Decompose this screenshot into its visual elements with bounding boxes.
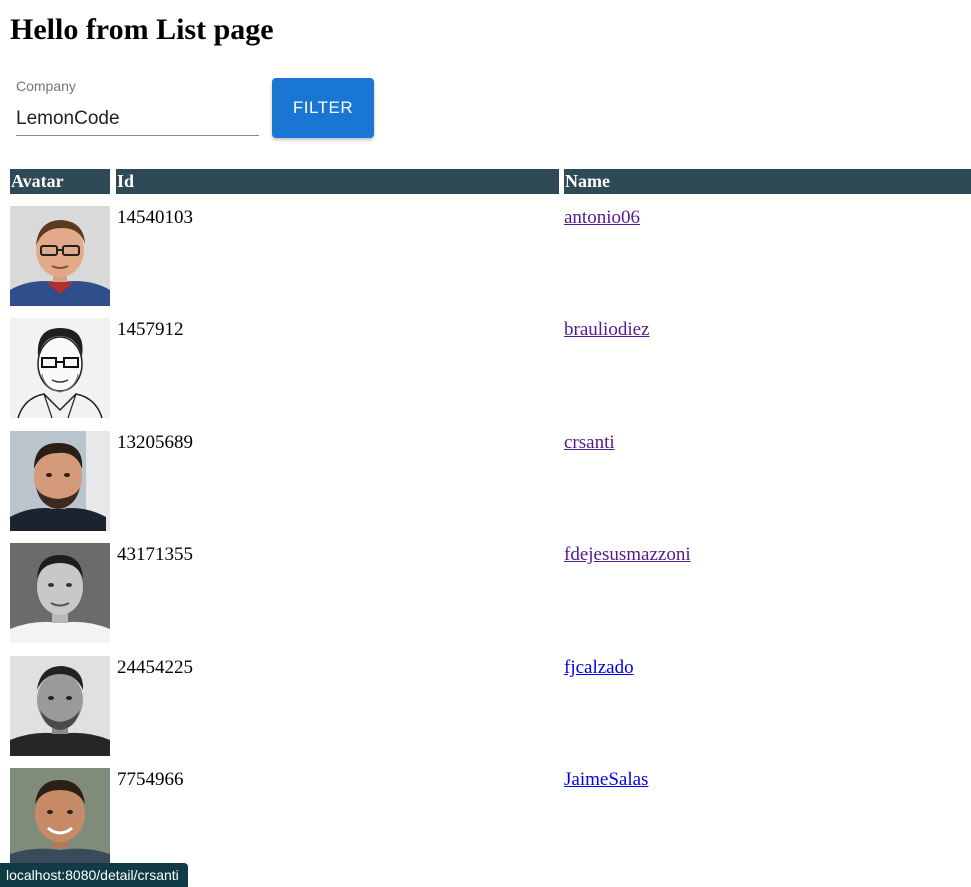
link-status-bar: localhost:8080/detail/crsanti <box>0 863 188 887</box>
avatar-sketch-icon <box>10 318 110 418</box>
user-id: 7754966 <box>117 769 184 790</box>
table-header: Avatar Id Name <box>10 169 971 194</box>
user-name-link[interactable]: antonio06 <box>564 207 640 229</box>
user-name-link[interactable]: fdejesusmazzoni <box>564 544 691 566</box>
column-header-avatar: Avatar <box>10 169 110 194</box>
filter-button[interactable]: FILTER <box>272 78 374 138</box>
user-id: 43171355 <box>117 544 193 565</box>
company-input[interactable] <box>16 102 259 136</box>
page-title: Hello from List page <box>10 13 274 46</box>
company-field-label: Company <box>16 78 76 94</box>
user-id: 24454225 <box>117 657 193 678</box>
table-row: 14540103 antonio06 <box>10 206 971 306</box>
user-name-link[interactable]: crsanti <box>564 432 615 454</box>
avatar-photo-icon <box>10 431 110 531</box>
user-name-link[interactable]: brauliodiez <box>564 319 649 341</box>
user-id: 14540103 <box>117 207 193 228</box>
avatar-photo-icon <box>10 768 110 868</box>
table-row: 7754966 JaimeSalas <box>10 768 971 868</box>
table-row: 13205689 crsanti <box>10 431 971 531</box>
avatar-photo-icon <box>10 656 110 756</box>
table-row: 1457912 brauliodiez <box>10 318 971 418</box>
user-name-link[interactable]: JaimeSalas <box>564 769 648 791</box>
column-header-name: Name <box>564 169 971 194</box>
column-header-id: Id <box>116 169 559 194</box>
table-row: 24454225 fjcalzado <box>10 656 971 756</box>
user-id: 13205689 <box>117 432 193 453</box>
company-filter-field: Company <box>16 76 259 138</box>
avatar-photo-icon <box>10 206 110 306</box>
avatar-photo-icon <box>10 543 110 643</box>
table-row: 43171355 fdejesusmazzoni <box>10 543 971 643</box>
user-name-link[interactable]: fjcalzado <box>564 657 634 679</box>
user-id: 1457912 <box>117 319 184 340</box>
